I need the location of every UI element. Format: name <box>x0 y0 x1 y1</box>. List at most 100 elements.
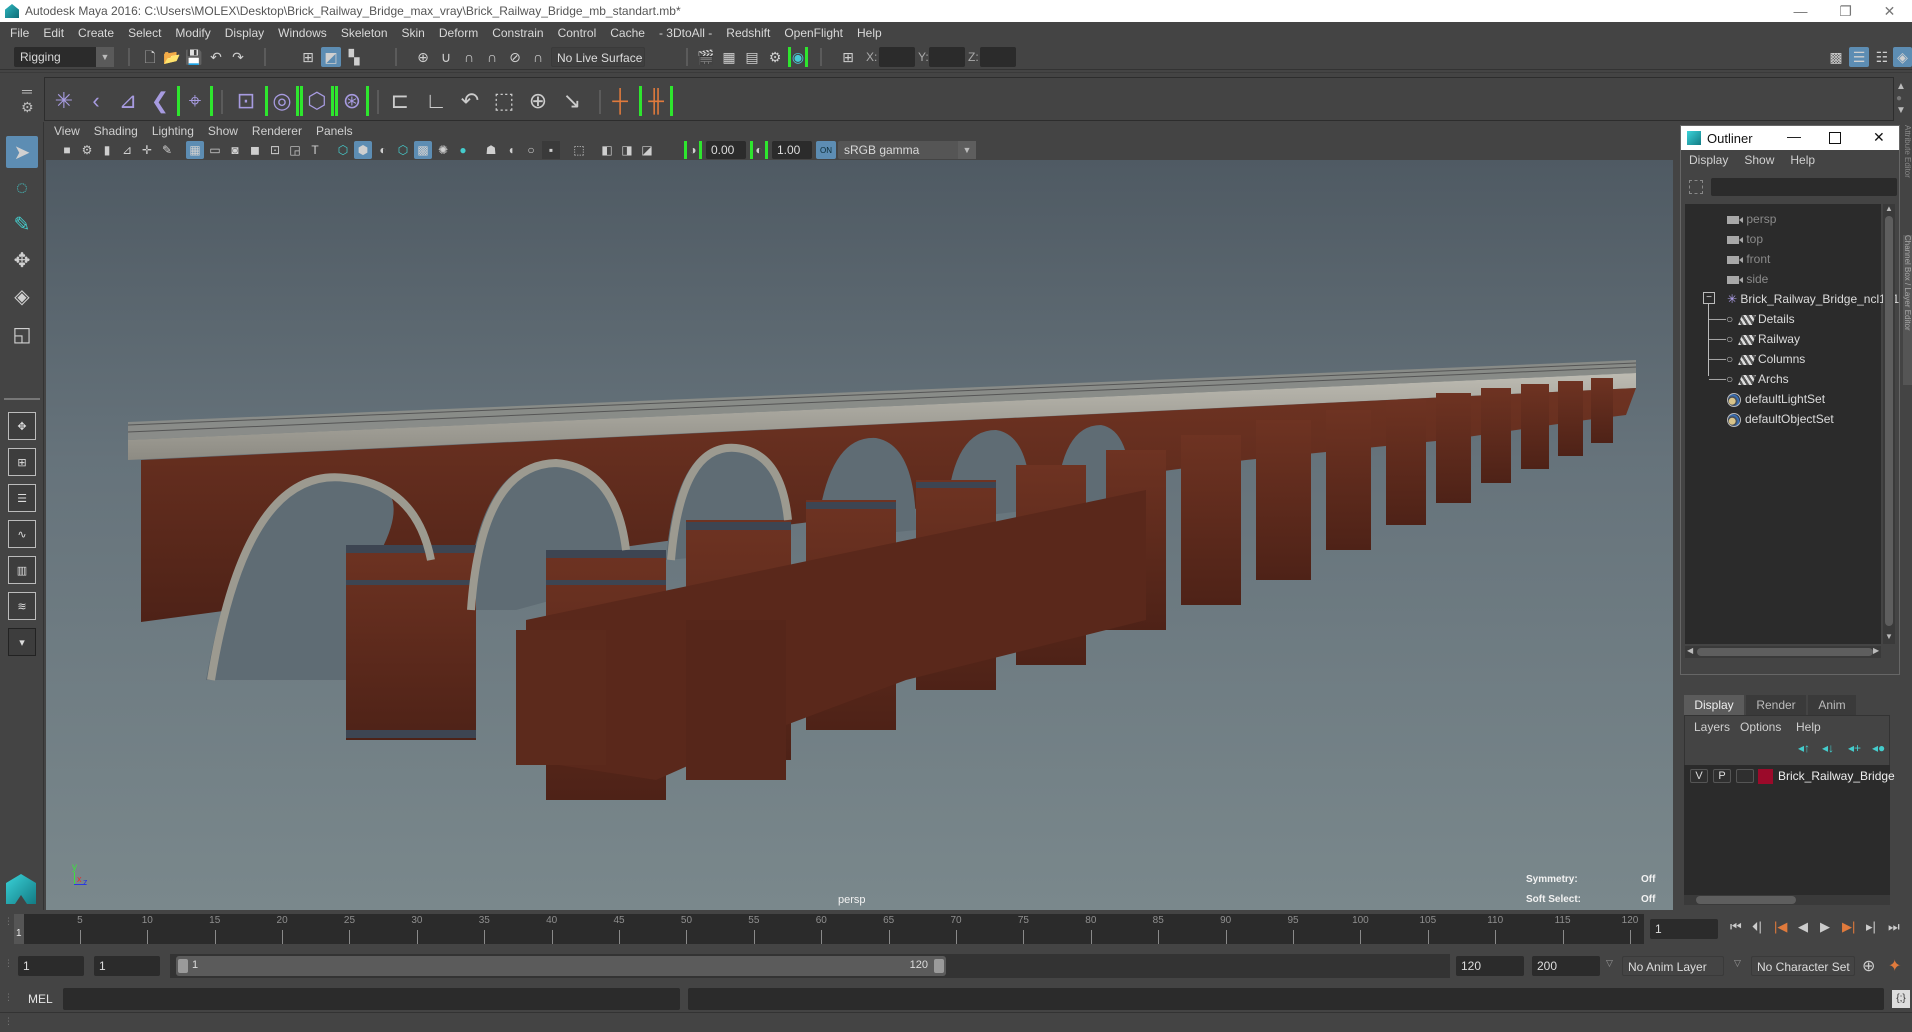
outliner-item-front[interactable]: front <box>1727 250 1770 268</box>
outliner-item-bridge-group[interactable]: ✳ Brick_Railway_Bridge_ncl1_1 <box>1727 290 1899 308</box>
create-joints-icon[interactable]: ✳ <box>49 86 79 116</box>
camera-attributes-icon[interactable]: ⚙ <box>78 141 96 159</box>
select-tool-icon[interactable]: ➤ <box>6 136 38 168</box>
2d-pan-zoom-icon[interactable]: ✛ <box>138 141 156 159</box>
layer-menu-help[interactable]: Help <box>1796 720 1821 734</box>
maximize-button[interactable] <box>1829 132 1841 144</box>
menu-skeleton[interactable]: Skeleton <box>341 26 388 40</box>
menu-edit[interactable]: Edit <box>43 26 64 40</box>
hypershade-icon[interactable]: ◉ <box>788 47 808 67</box>
attribute-editor-tab[interactable]: Attribute Editor <box>1903 125 1912 190</box>
animation-preferences-icon[interactable]: ✦ <box>1888 956 1901 976</box>
panel-menu-panels[interactable]: Panels <box>316 124 353 138</box>
attribute-editor-icon[interactable]: ☰ <box>1849 47 1869 67</box>
use-all-lights-icon[interactable]: ✺ <box>434 141 452 159</box>
outliner-horizontal-scrollbar[interactable]: ◀ ▶ <box>1685 646 1881 658</box>
ik-handle-icon[interactable]: ⊿ <box>113 86 143 116</box>
aim-constraint-icon[interactable]: ⊕ <box>523 86 553 116</box>
scale-tool-icon[interactable]: ◱ <box>6 318 38 350</box>
move-layer-up-icon[interactable]: ◂↑ <box>1798 741 1810 755</box>
outliner-item-top[interactable]: top <box>1727 230 1763 248</box>
minimize-button[interactable]: — <box>1787 128 1801 144</box>
layer-row[interactable]: V P Brick_Railway_Bridge <box>1684 765 1895 787</box>
make-live-icon[interactable]: ∩ <box>528 47 548 67</box>
tab-anim[interactable]: Anim <box>1808 695 1856 715</box>
remove-influence-icon[interactable]: ╫ <box>639 86 673 116</box>
xray-active-components-icon[interactable]: ◪ <box>638 141 656 159</box>
outliner-item-default-light-set[interactable]: defaultLightSet <box>1727 390 1825 408</box>
render-settings-icon[interactable]: ⚙ <box>765 47 785 67</box>
shelf-scroll-up-icon[interactable]: ▲ <box>1896 81 1906 92</box>
tab-display[interactable]: Display <box>1684 695 1744 715</box>
panel-menu-shading[interactable]: Shading <box>94 124 138 138</box>
menu-deform[interactable]: Deform <box>439 26 478 40</box>
isolate-select-icon[interactable]: ⬚ <box>570 141 588 159</box>
new-layer-icon[interactable]: ◂+ <box>1848 741 1861 755</box>
character-set-dropdown[interactable]: No Character Set <box>1751 956 1855 976</box>
layer-display-type-toggle[interactable] <box>1736 769 1754 783</box>
perspective-viewport[interactable]: y x z persp Symmetry: Off Soft Select: O… <box>46 160 1673 910</box>
outliner-item-archs[interactable]: ──○ Archs <box>1709 370 1789 388</box>
xray-joints-icon[interactable]: ◨ <box>618 141 636 159</box>
motion-blur-icon[interactable]: ◖ <box>502 141 520 159</box>
pole-vector-constraint-icon[interactable]: ↘ <box>557 86 587 116</box>
persp-graph-layout-icon[interactable]: ∿ <box>8 520 36 548</box>
layer-menu-layers[interactable]: Layers <box>1694 720 1730 734</box>
layer-horizontal-scrollbar[interactable] <box>1684 895 1890 905</box>
humanik-icon[interactable]: ⌖ <box>177 86 213 116</box>
parent-constraint-icon[interactable]: ⊏ <box>385 86 415 116</box>
shelf-scroll-down-icon[interactable]: ▼ <box>1896 105 1906 116</box>
field-chart-icon[interactable]: ⊡ <box>266 141 284 159</box>
snap-to-view-plane-icon[interactable]: ∩ <box>482 47 502 67</box>
move-layer-down-icon[interactable]: ◂↓ <box>1822 741 1834 755</box>
shelf-settings-gear-icon[interactable]: ⚙ <box>21 99 34 116</box>
channel-box-tab[interactable]: Channel Box / Layer Editor <box>1903 235 1912 385</box>
render-view-icon[interactable]: 🎬 <box>696 47 716 67</box>
gamma-icon[interactable]: ◐ <box>750 141 768 159</box>
outliner-vertical-scrollbar[interactable]: ▲ ▼ <box>1883 204 1895 644</box>
rotate-tool-icon[interactable]: ◈ <box>6 280 38 312</box>
camera-icon[interactable]: ■ <box>58 141 76 159</box>
bind-skin-icon[interactable]: ◎ <box>265 86 299 116</box>
menu-windows[interactable]: Windows <box>278 26 327 40</box>
smooth-shade-icon[interactable]: ⬢ <box>354 141 372 159</box>
undo-icon[interactable]: ↶ <box>206 47 226 67</box>
step-back-key-button[interactable]: ⏴| <box>1752 919 1762 935</box>
add-influence-icon[interactable]: ┼ <box>605 86 635 116</box>
menu-help[interactable]: Help <box>857 26 882 40</box>
live-surface-field[interactable]: No Live Surface <box>551 47 645 67</box>
snap-to-surface-icon[interactable]: ⊘ <box>505 47 525 67</box>
outliner-search-input[interactable] <box>1711 178 1897 196</box>
layer-color-swatch[interactable] <box>1758 769 1773 784</box>
shadows-icon[interactable]: ● <box>454 141 472 159</box>
layer-name[interactable]: Brick_Railway_Bridge <box>1778 769 1895 783</box>
screen-space-ao-icon[interactable]: ☗ <box>482 141 500 159</box>
step-forward-key-button[interactable]: ▸| <box>1866 919 1876 935</box>
layer-menu-options[interactable]: Options <box>1740 720 1781 734</box>
safe-title-icon[interactable]: T <box>306 141 324 159</box>
step-back-frame-button[interactable]: |◀ <box>1774 919 1787 935</box>
exposure-icon[interactable]: ◑ <box>684 141 702 159</box>
new-scene-icon[interactable]: 🗋 <box>140 47 160 67</box>
range-end-handle[interactable] <box>934 959 944 973</box>
redo-icon[interactable]: ↷ <box>228 47 248 67</box>
xray-icon[interactable]: ◧ <box>598 141 616 159</box>
grid-icon[interactable]: ▦ <box>186 141 204 159</box>
y-input[interactable] <box>929 47 965 67</box>
save-scene-icon[interactable]: 💾 <box>184 47 204 67</box>
grip-handle[interactable]: ⋮ <box>4 1016 13 1027</box>
outliner-item-side[interactable]: side <box>1727 270 1768 288</box>
scroll-down-icon[interactable]: ▼ <box>1885 632 1893 641</box>
persp-outliner-layout-icon[interactable]: ☰ <box>8 484 36 512</box>
grease-pencil-icon[interactable]: ✎ <box>158 141 176 159</box>
menu-openflight[interactable]: OpenFlight <box>784 26 843 40</box>
select-by-component-icon[interactable]: ▚ <box>344 47 364 67</box>
outliner-item-details[interactable]: ──○ Details <box>1709 310 1795 328</box>
four-view-layout-icon[interactable]: ⊞ <box>8 448 36 476</box>
safe-action-icon[interactable]: ◲ <box>286 141 304 159</box>
close-button[interactable]: ✕ <box>1867 0 1912 22</box>
playback-start-field[interactable]: 1 <box>94 956 160 976</box>
snap-to-point-icon[interactable]: ∩ <box>459 47 479 67</box>
outliner-menu-display[interactable]: Display <box>1689 153 1728 167</box>
persp-graph-outliner-layout-icon[interactable]: ≋ <box>8 592 36 620</box>
